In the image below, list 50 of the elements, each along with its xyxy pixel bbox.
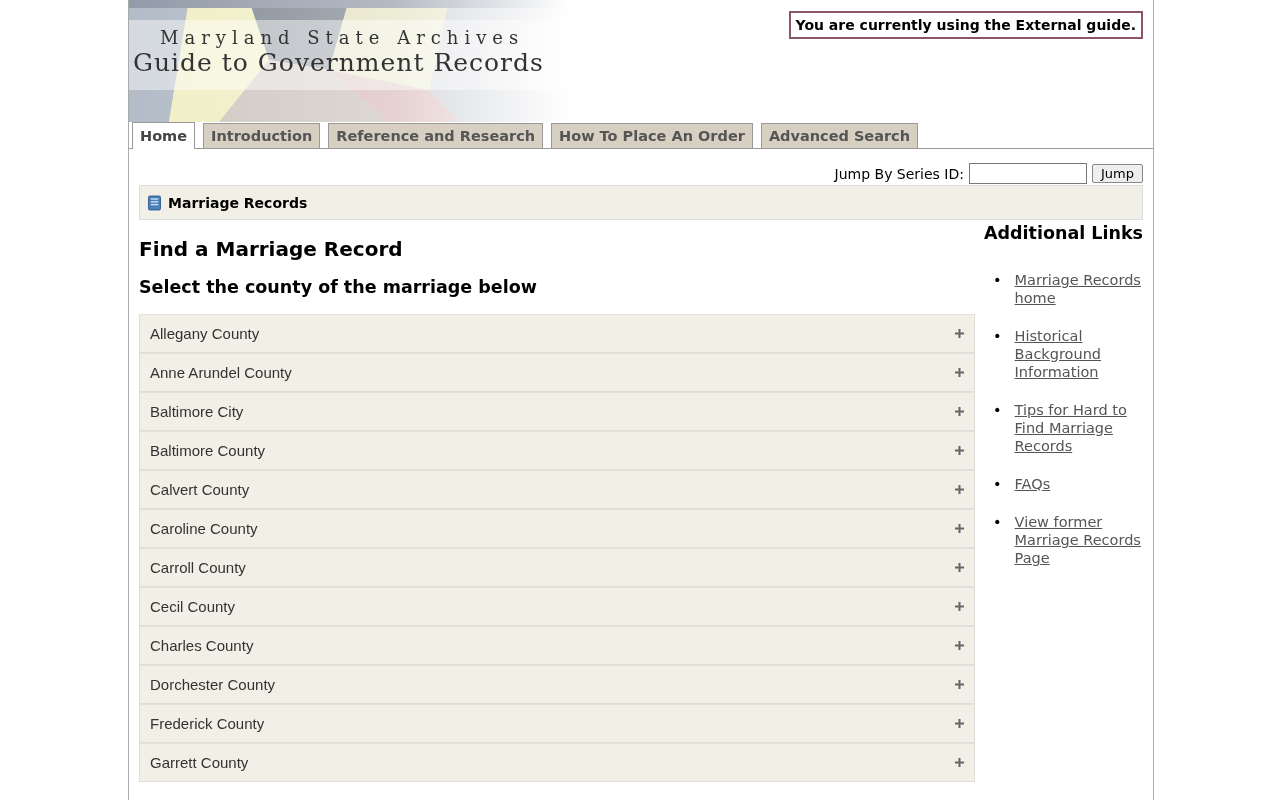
county-accordion-item[interactable]: Anne Arundel County [139, 353, 975, 392]
county-accordion-item[interactable]: Carroll County [139, 548, 975, 587]
plus-icon [955, 641, 964, 650]
plus-icon [955, 329, 964, 338]
county-accordion-item[interactable]: Dorchester County [139, 665, 975, 704]
bullet: • [993, 475, 1002, 493]
book-icon [148, 194, 161, 211]
nav-tab[interactable]: Advanced Search [760, 123, 919, 148]
county-accordion-item[interactable]: Garrett County [139, 743, 975, 782]
plus-icon [955, 485, 964, 494]
jump-label: Jump By Series ID: [834, 165, 964, 182]
plus-icon [955, 563, 964, 572]
plus-icon [955, 368, 964, 377]
county-accordion-item[interactable]: Charles County [139, 626, 975, 665]
plus-icon [955, 680, 964, 689]
county-accordion-item[interactable]: Caroline County [139, 509, 975, 548]
plus-icon [955, 407, 964, 416]
bullet: • [993, 271, 1002, 289]
site-title: Guide to Government Records [133, 49, 545, 77]
guide-notice: You are currently using the External guide. [788, 11, 1143, 39]
county-accordion-item[interactable]: Cecil County [139, 587, 975, 626]
plus-icon [955, 446, 964, 455]
county-accordion-item[interactable]: Baltimore City [139, 392, 975, 431]
jump-button[interactable]: Jump [1092, 164, 1143, 183]
nav-tab[interactable]: Reference and Research [328, 123, 544, 148]
bullet: • [993, 401, 1002, 419]
bullet: • [993, 327, 1002, 345]
county-accordion-item[interactable]: Calvert County [139, 470, 975, 509]
sidebar-link[interactable]: FAQs [1014, 475, 1143, 493]
breadcrumb-title: Marriage Records [168, 194, 308, 211]
county-accordion-item[interactable]: Frederick County [139, 704, 975, 743]
plus-icon [955, 524, 964, 533]
county-accordion-item[interactable]: Allegany County [139, 314, 975, 353]
page-heading: Find a Marriage Record [139, 237, 404, 261]
section-heading: Select the county of the marriage below [139, 277, 538, 297]
bullet: • [993, 513, 1002, 531]
sidebar-link[interactable]: Marriage Records home [1014, 271, 1143, 307]
series-id-field[interactable] [969, 163, 1087, 184]
nav-tab[interactable]: How To Place An Order [551, 123, 753, 148]
sidebar-link[interactable]: View former Marriage Records Page [1014, 513, 1143, 567]
plus-icon [955, 602, 964, 611]
county-accordion-item[interactable]: Baltimore County [139, 431, 975, 470]
plus-icon [955, 719, 964, 728]
sidebar-link[interactable]: Historical Background Information [1014, 327, 1143, 381]
sidebar-heading: Additional Links [983, 223, 1143, 243]
sidebar-link[interactable]: Tips for Hard to Find Marriage Records [1014, 401, 1143, 455]
plus-icon [955, 758, 964, 767]
nav-tab[interactable]: Home [132, 122, 196, 149]
site-subtitle: Maryland State Archives [159, 27, 526, 49]
nav-tab[interactable]: Introduction [203, 123, 321, 148]
